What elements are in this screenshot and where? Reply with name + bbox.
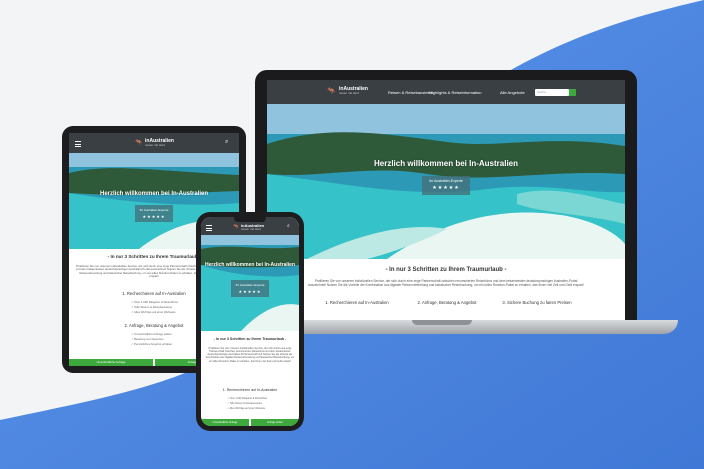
kangaroo-logo-icon: 🦘 <box>135 140 143 146</box>
step2-check-2: Beratung vom Experten <box>131 337 163 341</box>
laptop-notch <box>412 320 472 325</box>
search-icon[interactable]: ⌕ <box>225 139 228 146</box>
hero-stars: ★★★★★ <box>142 214 166 219</box>
phone-mockup: 🦘 inAustralien reisen mit Herz ⌕ Herzlic… <box>196 212 304 431</box>
step-1-title: 1. Recherchieren auf In-Australien <box>222 388 278 392</box>
hero-title: Herzlich willkommen bei In-Australien <box>373 159 519 168</box>
tablet-logo[interactable]: inAustralien reisen mit Herz <box>145 139 174 147</box>
hero-rating-box: Ihr Australien-Experte ★★★★★ <box>422 176 470 195</box>
laptop-logo[interactable]: inAustralien reisen mit Herz <box>339 87 368 95</box>
phone-notch <box>234 217 266 222</box>
phone-hero: Herzlich willkommen bei In-Australien Ih… <box>201 235 299 331</box>
hero-rating-box: Ihr Australien-Experte ★★★★★ <box>135 205 173 222</box>
menu-icon[interactable] <box>75 141 81 147</box>
logo-tagline: reisen mit Herz <box>339 91 360 95</box>
section-title: - In nur 3 Schritten zu Ihrem Traumurlau… <box>213 337 287 341</box>
nav-item-reisen[interactable]: Reisen & Reisebausteine <box>388 90 433 95</box>
phone-screen: 🦘 inAustralien reisen mit Herz ⌕ Herzlic… <box>201 217 299 426</box>
hero-stars: ★★★★★ <box>238 289 262 294</box>
step1-check-2: Tolle Reisen & Reisebausteine <box>227 402 262 405</box>
intro-paragraph: Profitieren Sie von unserem individuelle… <box>308 279 584 287</box>
step1-check-3: Alles Wichtige auf einer Webseite <box>131 310 176 314</box>
laptop-screen: 🦘 inAustralien reisen mit Herz Reisen & … <box>267 80 625 325</box>
step2-check-3: Persönliches Angebot erhalten <box>131 342 172 346</box>
section-title: - In nur 3 Schritten zu Ihrem Traumurlau… <box>385 267 507 273</box>
kangaroo-logo-icon: 🦘 <box>327 88 336 95</box>
step1-check-2: Tolle Reisen & Reisebausteine <box>131 305 172 309</box>
step1-check-1: Über 1.000 Ratgeber & Reiseführer <box>227 397 268 400</box>
bottom-bar-left[interactable]: Unverbindliche Anfrage <box>201 419 249 426</box>
tablet-navbar: 🦘 inAustralien reisen mit Herz ⌕ <box>69 133 239 153</box>
hero-rating-box: Ihr Australien-Experte ★★★★★ <box>231 280 269 297</box>
hero-experts-label: Ihr Australien-Experte <box>235 283 265 287</box>
search-button[interactable] <box>569 89 576 96</box>
step-3-title: 3. Sichere Buchung zu fairen Preisen <box>502 300 572 305</box>
nav-item-highlights[interactable]: Highlights & Reiseinformation <box>429 90 481 95</box>
hero-title: Herzlich willkommen bei In-Australien <box>204 262 296 268</box>
nav-item-angebote[interactable]: Alle Angebote <box>500 90 525 95</box>
step2-check-1: Unverbindliche Anfrage stellen <box>131 332 172 336</box>
intro-paragraph: Profitieren Sie von unserem individuelle… <box>205 347 295 363</box>
menu-icon[interactable] <box>206 225 212 231</box>
laptop-mockup: 🦘 inAustralien reisen mit Herz Reisen & … <box>255 70 637 333</box>
logo-tagline: reisen mit Herz <box>241 227 262 231</box>
search-input[interactable]: Suche... <box>535 89 569 96</box>
step-1-title: 1. Recherchieren auf In-Australien <box>325 300 389 305</box>
hero-title: Herzlich willkommen bei In-Australien <box>99 191 209 197</box>
step1-check-1: Über 1.000 Ratgeber & Reiseführer <box>131 300 178 304</box>
kangaroo-logo-icon: 🦘 <box>233 224 240 230</box>
hero-experts-label: Ihr Australien-Experte <box>139 208 169 212</box>
laptop-navbar: 🦘 inAustralien reisen mit Herz Reisen & … <box>267 80 625 104</box>
bottom-bar-right[interactable]: Anfrage stellen <box>251 419 299 426</box>
search-icon[interactable]: ⌕ <box>287 223 290 229</box>
bottom-bar-left[interactable]: Unverbindliche Anfrage <box>69 359 153 366</box>
hero-stars: ★★★★★ <box>432 185 460 191</box>
phone-logo[interactable]: inAustralien reisen mit Herz <box>241 224 264 231</box>
hero-experts-label: Ihr Australien-Experte <box>429 179 463 183</box>
logo-tagline: reisen mit Herz <box>145 143 166 147</box>
laptop-hero: Herzlich willkommen bei In-Australien Ih… <box>267 104 625 259</box>
step-2-title: 2. Anfrage, Beratung & Angebot <box>417 300 477 305</box>
step1-check-3: Alles Wichtige auf einer Webseite <box>227 407 266 410</box>
